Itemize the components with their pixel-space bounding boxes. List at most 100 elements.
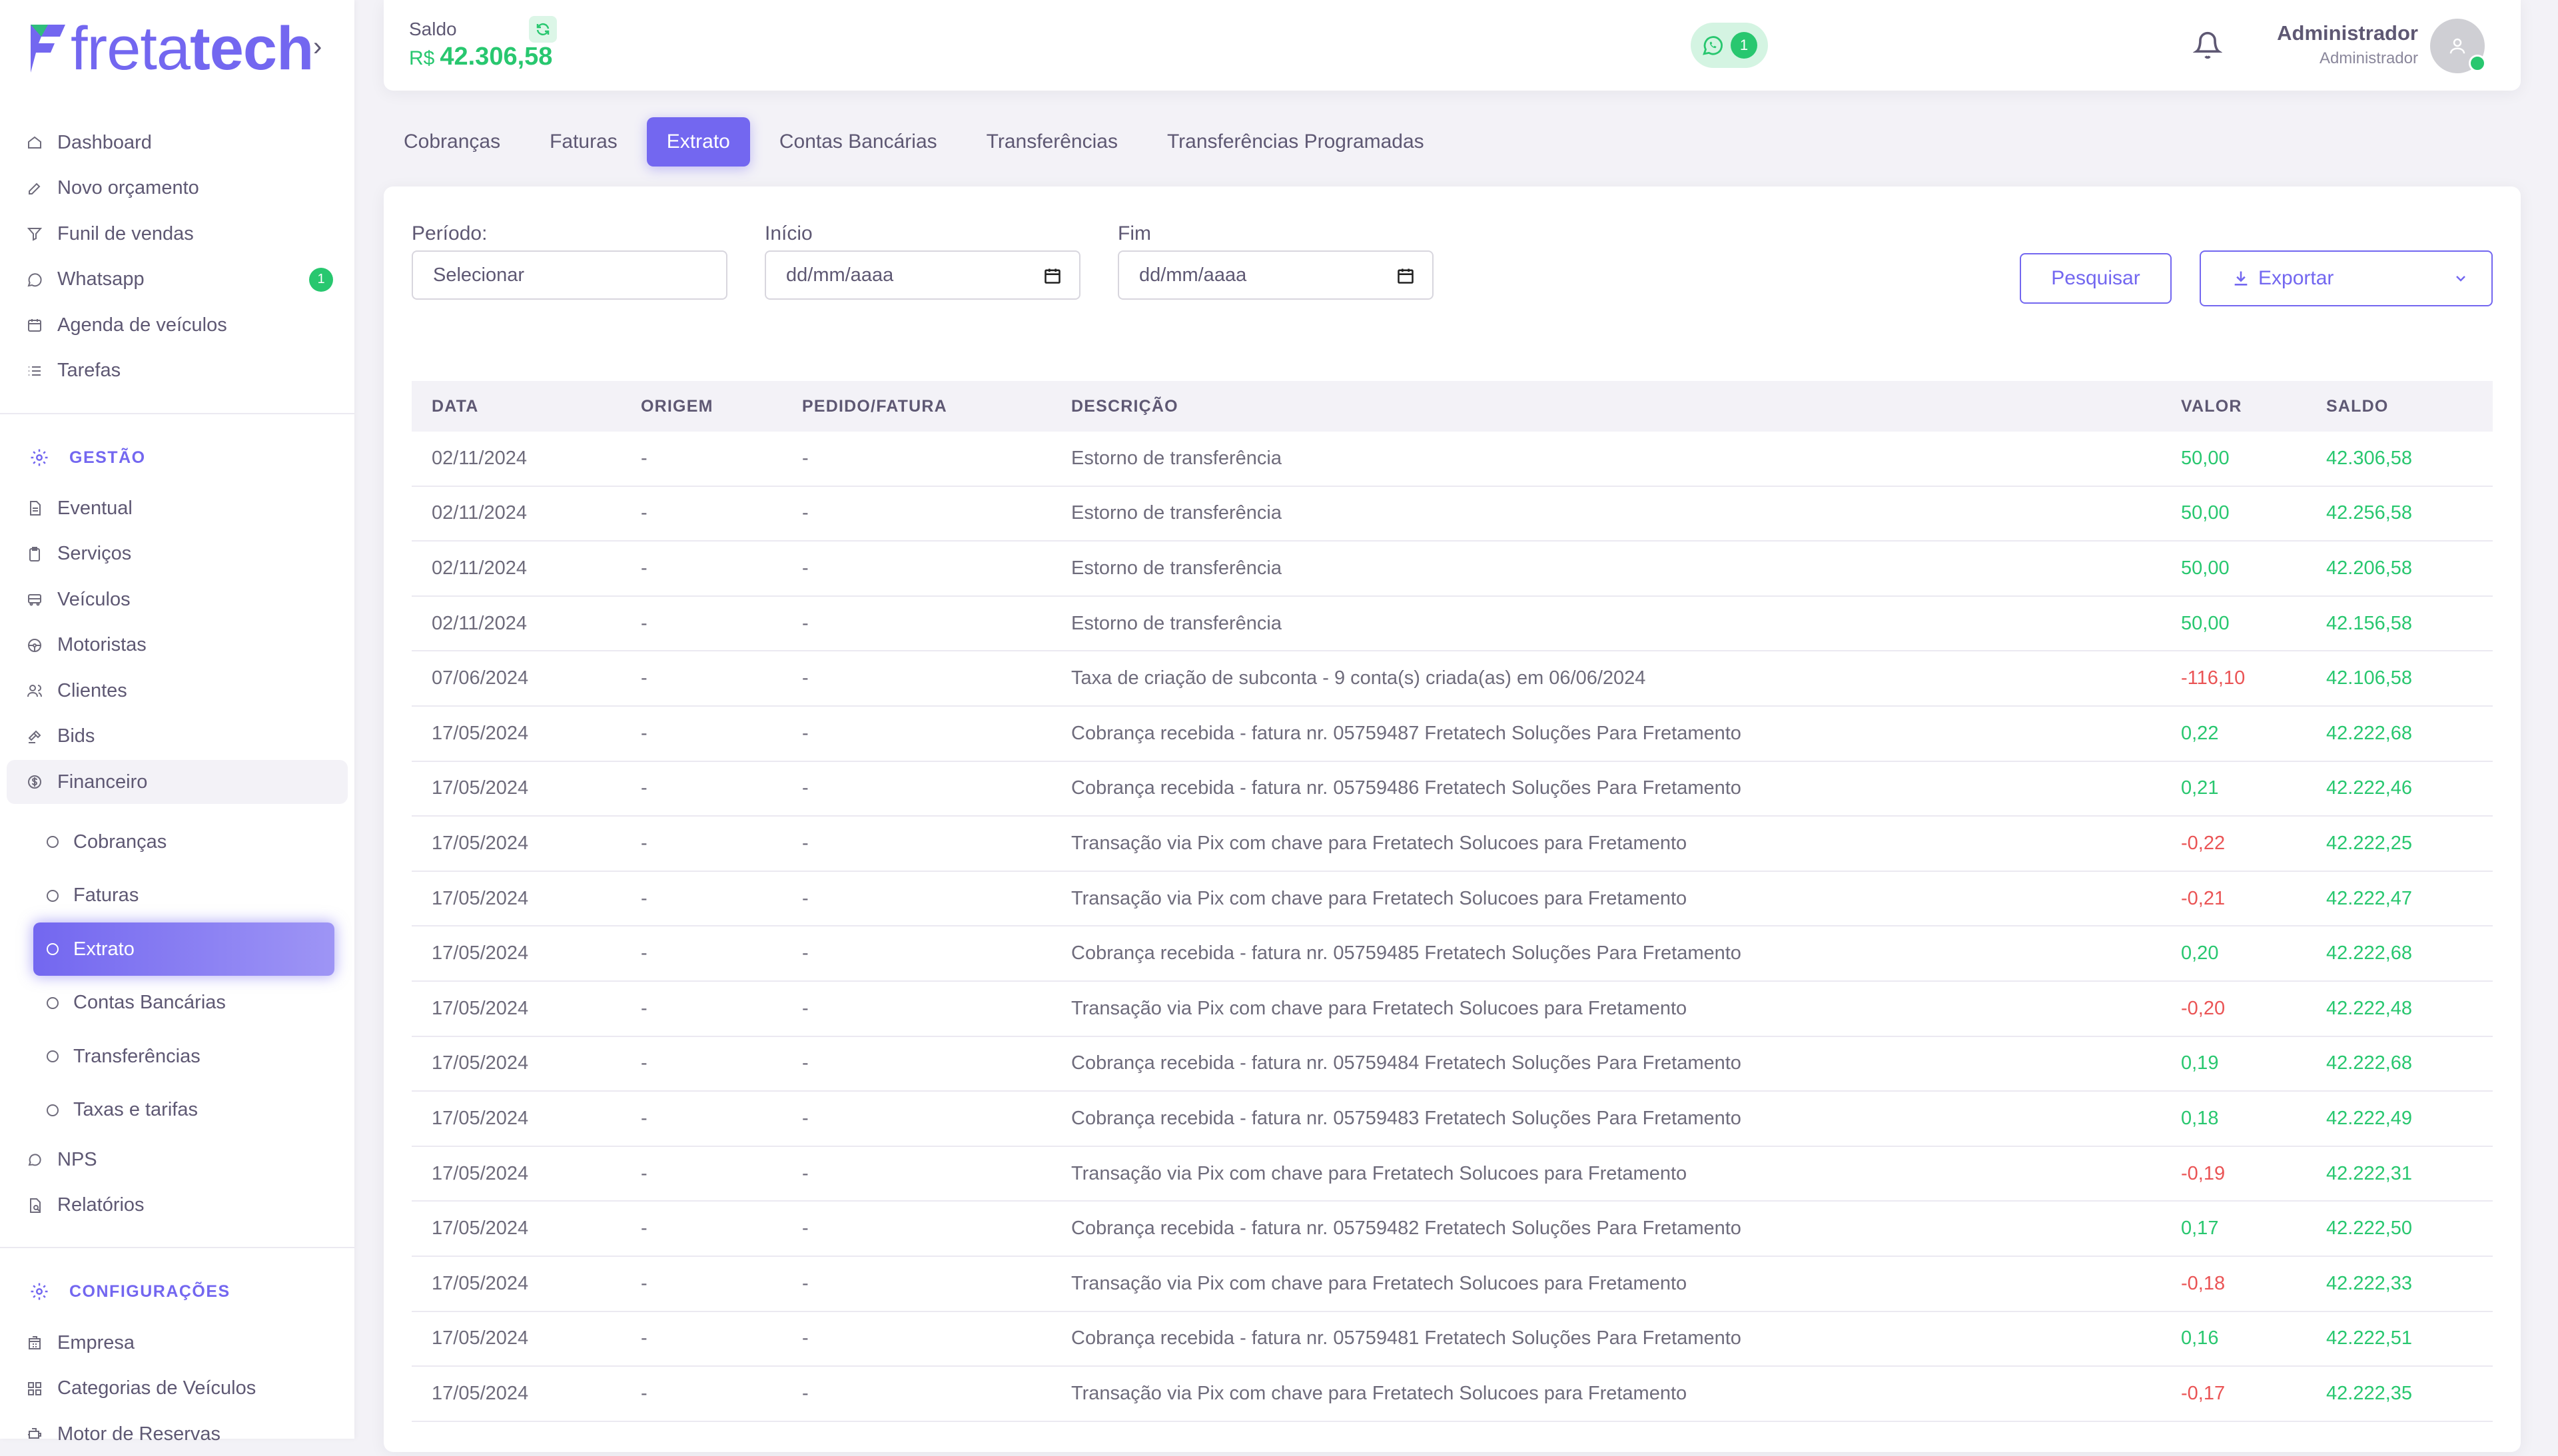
- sidebar-subitem-contas-bancarias[interactable]: Contas Bancárias: [33, 976, 334, 1030]
- cell-origem: -: [641, 1327, 647, 1349]
- notification-badge: 1: [309, 267, 333, 292]
- periodo-select-value: Selecionar: [433, 264, 525, 286]
- edit-icon: [27, 181, 43, 196]
- table-row[interactable]: 02/11/2024 - - Estorno de transferência 50,0…: [412, 542, 2493, 597]
- table-row[interactable]: 17/05/2024 - - Cobrança recebida - fatura n…: [412, 707, 2493, 762]
- table-row[interactable]: 17/05/2024 - - Transação via Pix com chave …: [412, 872, 2493, 927]
- column-header-data[interactable]: DATA: [412, 397, 621, 416]
- sidebar-item-empresa[interactable]: Empresa: [7, 1321, 348, 1365]
- cell-valor: -0,21: [2181, 887, 2226, 909]
- sidebar-item-dashboard[interactable]: Dashboard: [7, 121, 348, 165]
- tab-contas-bancarias[interactable]: Contas Bancárias: [759, 117, 957, 167]
- tab-cobrancas[interactable]: Cobranças: [384, 117, 520, 167]
- table-row[interactable]: 02/11/2024 - - Estorno de transferência 50,0…: [412, 597, 2493, 652]
- engine-icon: [27, 1426, 43, 1442]
- sidebar-subitem-taxas-e-tarifas[interactable]: Taxas e tarifas: [33, 1084, 334, 1137]
- table-row[interactable]: 07/06/2024 - - Taxa de criação de subconta …: [412, 651, 2493, 707]
- bell-icon[interactable]: [2193, 29, 2222, 61]
- sidebar-subitem-label: Cobranças: [73, 831, 167, 853]
- table-row[interactable]: 02/11/2024 - - Estorno de transferência 50,0…: [412, 487, 2493, 542]
- collapse-sidebar-icon[interactable]: ›: [313, 32, 322, 62]
- search-button[interactable]: Pesquisar: [2020, 253, 2172, 304]
- sidebar-subitem-label: Faturas: [73, 885, 139, 906]
- refresh-balance-button[interactable]: [529, 16, 557, 43]
- calendar-icon[interactable]: [1396, 266, 1415, 285]
- sidebar-item-tarefas[interactable]: Tarefas: [7, 349, 348, 393]
- cell-valor: 50,00: [2181, 502, 2230, 524]
- table-row[interactable]: 17/05/2024 - - Cobrança recebida - fatura n…: [412, 1202, 2493, 1257]
- sidebar-item-motoristas[interactable]: Motoristas: [7, 623, 348, 667]
- table-row[interactable]: 17/05/2024 - - Transação via Pix com chave …: [412, 1367, 2493, 1422]
- table-row[interactable]: 17/05/2024 - - Transação via Pix com chave …: [412, 1257, 2493, 1312]
- cell-origem: -: [641, 832, 647, 854]
- home-icon: [27, 135, 43, 151]
- table-row[interactable]: 17/05/2024 - - Transação via Pix com chave …: [412, 1147, 2493, 1202]
- sidebar-item-agenda-de-veiculos[interactable]: Agenda de veículos: [7, 303, 348, 347]
- sidebar-item-funil-de-vendas[interactable]: Funil de vendas: [7, 212, 348, 256]
- calendar-icon[interactable]: [1043, 266, 1062, 285]
- table-row[interactable]: 17/05/2024 - - Cobrança recebida - fatura n…: [412, 762, 2493, 817]
- sidebar-item-novo-orcamento[interactable]: Novo orçamento: [7, 167, 348, 210]
- column-header-valor[interactable]: VALOR: [2161, 397, 2306, 416]
- fim-placeholder: dd/mm/aaaa: [1139, 264, 1247, 286]
- cell-valor: 50,00: [2181, 612, 2230, 634]
- sidebar-subitem-transferencias[interactable]: Transferências: [33, 1030, 334, 1083]
- cell-pedido-fatura: -: [802, 832, 809, 854]
- export-button[interactable]: Exportar: [2200, 250, 2493, 306]
- sidebar-item-label: Serviços: [57, 543, 132, 564]
- download-icon: [2234, 271, 2248, 286]
- message-icon: [27, 1152, 43, 1168]
- column-header-descricao[interactable]: DESCRIÇÃO: [1051, 397, 2161, 416]
- table-body: 02/11/2024 - - Estorno de transferência 50,0…: [412, 432, 2493, 1422]
- sidebar-item-financeiro[interactable]: Financeiro: [7, 760, 348, 804]
- table-row[interactable]: 17/05/2024 - - Cobrança recebida - fatura n…: [412, 1037, 2493, 1092]
- periodo-label: Período:: [412, 222, 488, 244]
- cell-saldo: 42.256,58: [2326, 502, 2413, 524]
- cell-saldo: 42.222,50: [2326, 1218, 2413, 1240]
- section-title-configuracoes: CONFIGURAÇÕES: [29, 1275, 230, 1308]
- fim-date-input[interactable]: dd/mm/aaaa: [1118, 250, 1434, 300]
- brand-logo[interactable]: fretatech: [28, 18, 314, 79]
- sidebar-item-servicos[interactable]: Serviços: [7, 532, 348, 576]
- tab-faturas[interactable]: Faturas: [530, 117, 638, 167]
- column-header-origem[interactable]: ORIGEM: [621, 397, 782, 416]
- sidebar-subitem-extrato[interactable]: Extrato: [33, 922, 334, 976]
- user-name[interactable]: Administrador: [2277, 21, 2418, 45]
- sidebar-item-veiculos[interactable]: Veículos: [7, 577, 348, 621]
- cell-descricao: Transação via Pix com chave para Fretate…: [1071, 997, 1687, 1019]
- inicio-date-input[interactable]: dd/mm/aaaa: [765, 250, 1080, 300]
- sidebar-item-eventual[interactable]: Eventual: [7, 486, 348, 530]
- sidebar-item-whatsapp[interactable]: Whatsapp 1: [7, 258, 348, 302]
- periodo-select[interactable]: Selecionar: [412, 250, 727, 300]
- whatsapp-icon: [27, 272, 43, 288]
- table-row[interactable]: 17/05/2024 - - Cobrança recebida - fatura n…: [412, 926, 2493, 982]
- tab-extrato[interactable]: Extrato: [646, 117, 750, 167]
- inicio-placeholder: dd/mm/aaaa: [786, 264, 894, 286]
- tab-transferencias[interactable]: Transferências: [967, 117, 1138, 167]
- export-button-label: Exportar: [2258, 267, 2334, 289]
- sidebar-item-categorias-de-veiculos[interactable]: Categorias de Veículos: [7, 1367, 348, 1411]
- sidebar-item-motor-de-reservas[interactable]: Motor de Reservas: [7, 1412, 348, 1456]
- cell-pedido-fatura: -: [802, 1052, 809, 1074]
- sidebar-item-bids[interactable]: Bids: [7, 715, 348, 759]
- tab-transferencias-programadas[interactable]: Transferências Programadas: [1147, 117, 1444, 167]
- sidebar-subitem-faturas[interactable]: Faturas: [33, 869, 334, 922]
- column-header-pedido-fatura[interactable]: PEDIDO/FATURA: [782, 397, 1051, 416]
- sidebar-item-nps[interactable]: NPS: [7, 1138, 348, 1182]
- sidebar-subitem-cobrancas[interactable]: Cobranças: [33, 815, 334, 869]
- whatsapp-notifications[interactable]: 1: [1691, 23, 1768, 68]
- cell-origem: -: [641, 447, 647, 469]
- table-row[interactable]: 17/05/2024 - - Transação via Pix com chave …: [412, 982, 2493, 1037]
- avatar[interactable]: [2430, 19, 2486, 73]
- cell-descricao: Transação via Pix com chave para Fretate…: [1071, 1162, 1687, 1184]
- sidebar-item-relatorios[interactable]: Relatórios: [7, 1184, 348, 1228]
- sidebar-subitem-label: Extrato: [73, 938, 135, 960]
- cell-data: 02/11/2024: [432, 502, 527, 524]
- table-row[interactable]: 17/05/2024 - - Cobrança recebida - fatura n…: [412, 1312, 2493, 1367]
- table-row[interactable]: 02/11/2024 - - Estorno de transferência 50,0…: [412, 432, 2493, 487]
- column-header-saldo[interactable]: SALDO: [2306, 397, 2493, 416]
- table-header: DATA ORIGEM PEDIDO/FATURA DESCRIÇÃO VALO…: [412, 381, 2493, 432]
- table-row[interactable]: 17/05/2024 - - Cobrança recebida - fatura n…: [412, 1092, 2493, 1147]
- table-row[interactable]: 17/05/2024 - - Transação via Pix com chave …: [412, 817, 2493, 872]
- sidebar-item-clientes[interactable]: Clientes: [7, 669, 348, 713]
